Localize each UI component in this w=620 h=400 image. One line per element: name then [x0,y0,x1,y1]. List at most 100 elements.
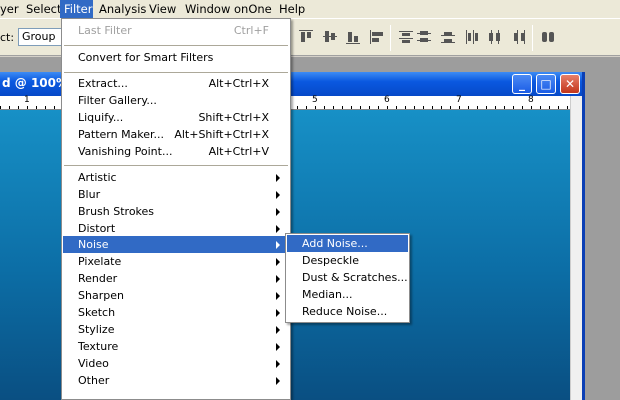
menu-separator [64,72,288,73]
toolbar-separator [532,25,533,51]
menu-layer[interactable]: yer [0,0,22,18]
menu-separator [64,165,288,166]
submenu-arrow-icon [276,309,280,317]
menu-filter[interactable]: Filter [60,0,93,18]
ruler-tick [378,106,379,109]
distribute-hcenter-icon[interactable] [487,29,503,45]
submenu-arrow-icon [276,326,280,334]
menu-item-stylize[interactable]: Stylize [63,321,289,338]
ruler-tick [360,106,361,109]
ruler-tick [36,106,37,109]
menu-analysis[interactable]: Analysis [93,0,146,18]
align-top-icon[interactable] [298,29,314,45]
submenu-arrow-icon [276,360,280,368]
ruler-tick [351,106,352,109]
menu-item-blur[interactable]: Blur [63,186,289,203]
ruler-tick [297,106,298,109]
menu-item-reduce-noise[interactable]: Reduce Noise... [287,303,408,320]
menu-onone[interactable]: onOne [232,0,275,18]
menu-item-texture[interactable]: Texture [63,338,289,355]
maximize-button[interactable]: □ [536,74,556,94]
ruler-tick [9,106,10,109]
distribute-vcenter-icon[interactable] [416,29,432,45]
ruler-tick [450,106,451,109]
vertical-scrollbar[interactable] [570,96,582,400]
ruler-tick [531,106,532,109]
menu-item-filter-gallery[interactable]: Filter Gallery... [63,92,289,109]
minimize-button[interactable]: _ [512,74,532,94]
submenu-arrow-icon [276,292,280,300]
menu-item-noise[interactable]: Noise [63,236,289,253]
menu-item-pattern-maker[interactable]: Pattern Maker... Alt+Shift+Ctrl+X [63,126,289,143]
menu-item-convert-smart-filters[interactable]: Convert for Smart Filters [63,49,289,66]
document-title: d @ 100% [2,76,69,90]
ruler-tick [477,106,478,109]
submenu-arrow-icon [276,191,280,199]
submenu-arrow-icon [276,275,280,283]
menu-item-sketch[interactable]: Sketch [63,304,289,321]
submenu-arrow-icon [276,377,280,385]
ruler-tick [549,106,550,109]
ruler-tick [522,106,523,109]
ruler-tick [486,106,487,109]
ruler-tick [468,106,469,109]
ruler-tick [333,106,334,109]
submenu-arrow-icon [276,225,280,233]
ruler-tick [540,106,541,109]
submenu-arrow-icon [276,258,280,266]
noise-submenu: Add Noise... Despeckle Dust & Scratches.… [285,233,410,323]
menu-help[interactable]: Help [275,0,309,18]
menu-item-distort[interactable]: Distort [63,220,289,237]
ruler-tick [45,106,46,109]
menu-separator [64,45,288,46]
menu-item-despeckle[interactable]: Despeckle [287,252,408,269]
menu-window[interactable]: Window [181,0,232,18]
distribute-bottom-icon[interactable] [440,29,456,45]
ruler-tick [387,106,388,109]
submenu-arrow-icon [276,241,280,249]
menu-item-dust-scratches[interactable]: Dust & Scratches... [287,269,408,286]
ruler-number: 1 [24,95,30,105]
ruler-tick [396,106,397,109]
menu-item-vanishing-point[interactable]: Vanishing Point... Alt+Ctrl+V [63,143,289,160]
menu-item-other[interactable]: Other [63,372,289,389]
menu-select[interactable]: Select [22,0,61,18]
ruler-tick [27,106,28,109]
ruler-tick [504,106,505,109]
menu-item-brush-strokes[interactable]: Brush Strokes [63,203,289,220]
menu-item-video[interactable]: Video [63,355,289,372]
align-bottom-icon[interactable] [345,29,361,45]
close-button[interactable]: ✕ [560,74,580,94]
ruler-number: 8 [528,95,534,105]
ruler-tick [513,106,514,109]
ruler-tick [369,106,370,109]
ruler-number: 7 [456,95,462,105]
menu-item-add-noise[interactable]: Add Noise... [287,235,408,252]
auto-select-label: ct: [0,31,15,44]
menu-item-extract[interactable]: Extract... Alt+Ctrl+X [63,75,289,92]
auto-align-layers-icon[interactable] [540,29,556,45]
menu-item-liquify[interactable]: Liquify... Shift+Ctrl+X [63,109,289,126]
menu-item-sharpen[interactable]: Sharpen [63,287,289,304]
ruler-tick [432,106,433,109]
distribute-right-icon[interactable] [511,29,527,45]
menu-item-pixelate[interactable]: Pixelate [63,253,289,270]
ruler-tick [0,106,1,109]
distribute-top-icon[interactable] [398,29,414,45]
menu-item-median[interactable]: Median... [287,286,408,303]
submenu-arrow-icon [276,208,280,216]
menu-item-artistic[interactable]: Artistic [63,169,289,186]
ruler-tick [459,106,460,109]
filter-menu: Last Filter Ctrl+F Convert for Smart Fil… [61,18,291,400]
ruler-number: 6 [384,95,390,105]
menu-item-render[interactable]: Render [63,270,289,287]
align-vcenter-icon[interactable] [322,29,338,45]
ruler-tick [567,106,568,109]
ruler-number: 5 [312,95,318,105]
ruler-tick [414,106,415,109]
distribute-left-icon[interactable] [464,29,480,45]
ruler-tick [558,106,559,109]
menu-view[interactable]: View [146,0,181,18]
align-left-icon[interactable] [369,29,385,45]
menu-item-last-filter: Last Filter Ctrl+F [78,24,269,37]
